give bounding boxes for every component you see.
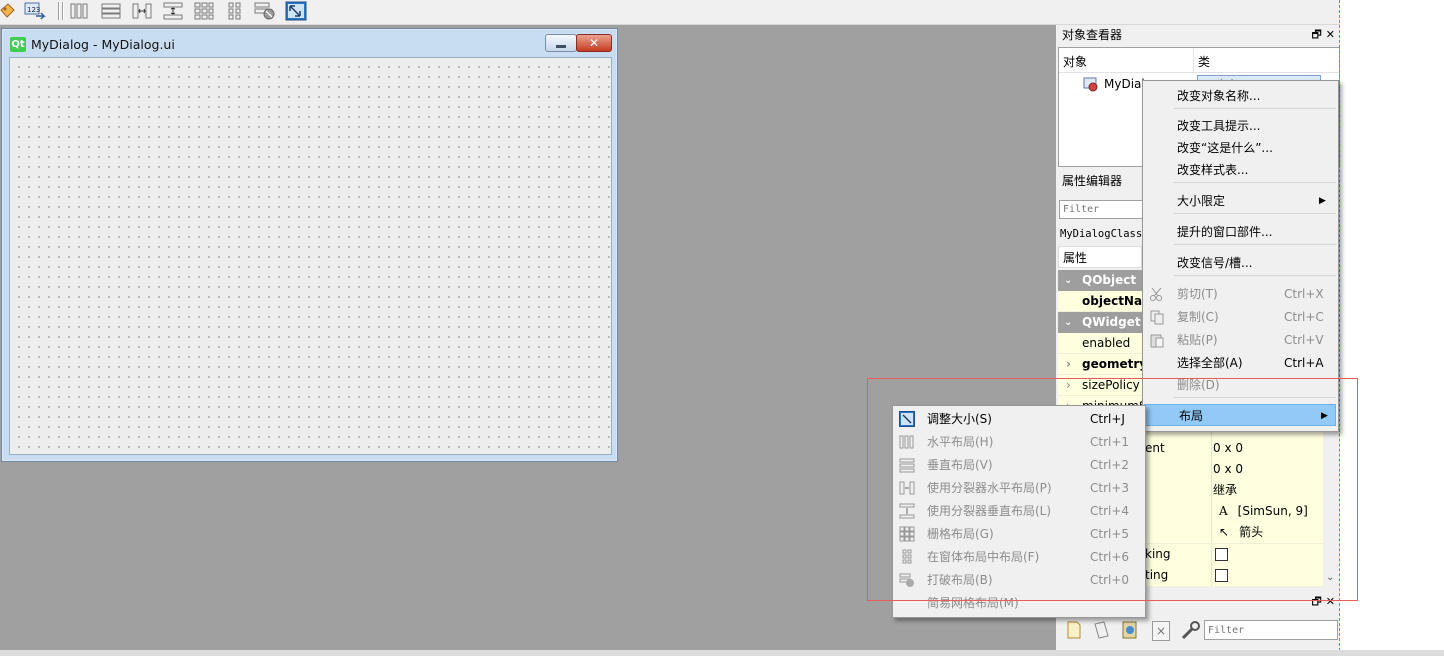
- break-layout-icon[interactable]: [254, 1, 276, 21]
- property-class-line: MyDialogClass: [1060, 228, 1143, 240]
- expand-chevron-icon[interactable]: ⌄: [1064, 270, 1072, 291]
- column-object-header[interactable]: 对象: [1063, 53, 1087, 70]
- property-name: QObject: [1082, 273, 1137, 287]
- context-menu-item[interactable]: 改变对象名称...: [1143, 85, 1336, 107]
- property-name: enabled: [1082, 336, 1131, 350]
- menu-item-label: 大小限定: [1177, 194, 1226, 208]
- menu-item-label: 选择全部(A): [1177, 356, 1243, 370]
- property-name: geometry: [1082, 357, 1142, 371]
- form-window[interactable]: Qt MyDialog - MyDialog.ui ✕: [1, 28, 618, 462]
- expand-chevron-icon[interactable]: ⌄: [1064, 312, 1072, 333]
- wrench-icon[interactable]: [1180, 619, 1202, 641]
- svg-text:123: 123: [27, 6, 40, 14]
- form-window-titlebar[interactable]: Qt MyDialog - MyDialog.ui ✕: [2, 29, 617, 57]
- column-divider[interactable]: [1193, 48, 1194, 72]
- property-row[interactable]: enabled: [1058, 333, 1142, 354]
- dialog-object-icon: [1083, 76, 1099, 92]
- menu-item-label: 复制(C): [1177, 310, 1219, 324]
- reload-resource-icon[interactable]: [1120, 620, 1140, 640]
- horizontal-scrollbar[interactable]: [0, 650, 1444, 656]
- context-menu-item[interactable]: 改变工具提示...: [1143, 115, 1336, 137]
- menu-separator: [1173, 244, 1336, 245]
- close-icon[interactable]: ✕: [1326, 28, 1335, 41]
- edit-buddies-icon[interactable]: [0, 1, 18, 21]
- cut-icon: [1149, 286, 1165, 302]
- tree-header: 对象 类: [1059, 48, 1339, 73]
- menu-item-label: 剪切(T): [1177, 287, 1218, 301]
- menu-item-label: 改变工具提示...: [1177, 119, 1261, 133]
- property-column-header[interactable]: 属性: [1058, 246, 1142, 268]
- submenu-arrow-icon: ▶: [1319, 196, 1326, 206]
- menu-item-label: 改变样式表...: [1177, 163, 1249, 177]
- float-icon[interactable]: 🗗: [1311, 28, 1321, 41]
- property-group-row[interactable]: ⌄ QWidget: [1058, 312, 1142, 333]
- menu-separator: [1173, 108, 1336, 109]
- context-menu-item[interactable]: 改变“这是什么”...: [1143, 137, 1336, 159]
- property-name: objectName: [1082, 294, 1142, 308]
- property-row[interactable]: › geometry: [1058, 354, 1142, 375]
- copy-icon: [1149, 309, 1165, 325]
- adjust-size-icon[interactable]: [285, 1, 307, 21]
- layout-horizontal-icon[interactable]: [68, 1, 90, 21]
- object-inspector-titlebar: 对象查看器 🗗 ✕: [1057, 25, 1339, 45]
- menu-item-shortcut: Ctrl+A: [1284, 356, 1324, 370]
- menu-item-shortcut: Ctrl+C: [1284, 310, 1324, 324]
- menu-item-label: 粘贴(P): [1177, 333, 1218, 347]
- toolbar-separator: [58, 2, 60, 20]
- expand-chevron-icon[interactable]: ›: [1066, 354, 1071, 374]
- grid-layout-icon[interactable]: [193, 1, 215, 21]
- menu-item-label: 改变对象名称...: [1177, 89, 1261, 103]
- new-resource-icon[interactable]: [1064, 620, 1084, 640]
- context-menu-item[interactable]: 提升的窗口部件...: [1143, 221, 1336, 243]
- context-menu-item[interactable]: 选择全部(A) Ctrl+A: [1143, 352, 1336, 374]
- menu-item-shortcut: Ctrl+V: [1284, 333, 1324, 347]
- menu-item-label: 提升的窗口部件...: [1177, 225, 1273, 239]
- close-button[interactable]: ✕: [576, 34, 612, 52]
- context-menu-item[interactable]: 剪切(T) Ctrl+X: [1143, 283, 1336, 305]
- splitter-vertical-icon[interactable]: [162, 1, 184, 21]
- property-filter-input[interactable]: [1059, 200, 1143, 219]
- menu-item-shortcut: Ctrl+X: [1284, 287, 1324, 301]
- splitter-horizontal-icon[interactable]: [131, 1, 153, 21]
- column-class-header[interactable]: 类: [1198, 53, 1210, 70]
- menu-separator: [1173, 275, 1336, 276]
- resource-filter-input[interactable]: [1204, 620, 1338, 640]
- edit-tab-order-icon[interactable]: 123: [24, 1, 46, 21]
- property-row[interactable]: objectName: [1058, 291, 1142, 312]
- qt-logo-icon: Qt: [10, 37, 26, 52]
- layout-vertical-icon[interactable]: [100, 1, 122, 21]
- object-inspector-title: 对象查看器: [1062, 28, 1123, 42]
- form-canvas[interactable]: [9, 57, 612, 455]
- context-menu-item[interactable]: 复制(C) Ctrl+C: [1143, 306, 1336, 328]
- property-name: QWidget: [1082, 315, 1141, 329]
- designer-toolbar: 123: [0, 0, 1340, 25]
- edit-resource-icon[interactable]: [1092, 620, 1112, 640]
- paste-icon: [1149, 332, 1165, 348]
- context-menu-item[interactable]: 改变信号/槽...: [1143, 252, 1336, 274]
- menu-item-label: 改变信号/槽...: [1177, 256, 1253, 270]
- minimize-button[interactable]: [545, 34, 577, 52]
- context-menu-item[interactable]: 大小限定 ▶: [1143, 190, 1336, 212]
- form-layout-icon[interactable]: [224, 1, 246, 21]
- menu-item-label: 改变“这是什么”...: [1177, 141, 1273, 155]
- menu-separator: [1173, 182, 1336, 183]
- menu-separator: [1173, 213, 1336, 214]
- toolbar-separator: [62, 2, 64, 20]
- annotation-highlight-box: [867, 378, 1358, 601]
- form-window-title: MyDialog - MyDialog.ui: [31, 37, 175, 52]
- context-menu-item[interactable]: 改变样式表...: [1143, 159, 1336, 181]
- remove-resource-icon[interactable]: ×: [1152, 621, 1170, 641]
- context-menu-item[interactable]: 粘贴(P) Ctrl+V: [1143, 329, 1336, 351]
- property-editor-title: 属性编辑器: [1062, 174, 1123, 188]
- property-group-row[interactable]: ⌄ QObject: [1058, 270, 1142, 291]
